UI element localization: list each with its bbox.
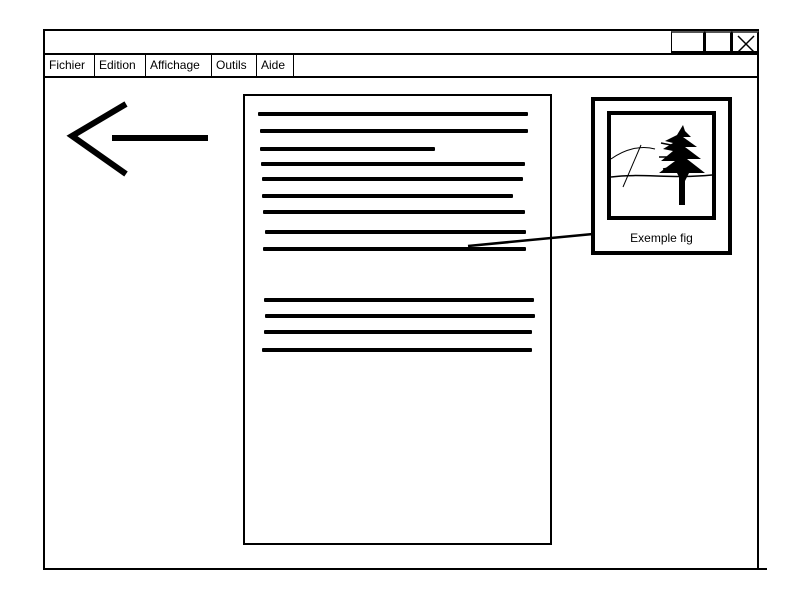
document-page[interactable] [243,94,552,545]
text-line [261,162,525,166]
close-icon [737,35,755,53]
text-line [260,147,435,151]
tree-landscape-icon [610,125,713,205]
text-line [264,298,534,302]
figure-thumbnail[interactable]: Exemple fig [591,97,732,255]
minimize-button[interactable] [671,31,705,53]
menu-outils[interactable]: Outils [212,55,257,76]
figure-caption: Exemple fig [630,231,693,245]
text-line [262,194,513,198]
title-bar [45,31,759,55]
menu-edition[interactable]: Edition [95,55,146,76]
text-line [263,247,526,251]
text-line [265,314,535,318]
left-arrow-icon[interactable] [66,100,212,180]
menu-fichier[interactable]: Fichier [45,55,95,76]
close-button[interactable] [732,31,759,53]
text-line [264,330,532,334]
text-line [262,348,532,352]
figure-image [607,111,716,220]
window-bottom-border [43,568,767,570]
menu-aide[interactable]: Aide [257,55,294,76]
menu-affichage[interactable]: Affichage [146,55,212,76]
maximize-button[interactable] [705,31,732,53]
menu-bar: Fichier Edition Affichage Outils Aide [45,55,757,78]
text-line [263,210,525,214]
text-line [258,112,528,116]
text-line [265,230,526,234]
text-line [260,129,528,133]
text-line [262,177,523,181]
